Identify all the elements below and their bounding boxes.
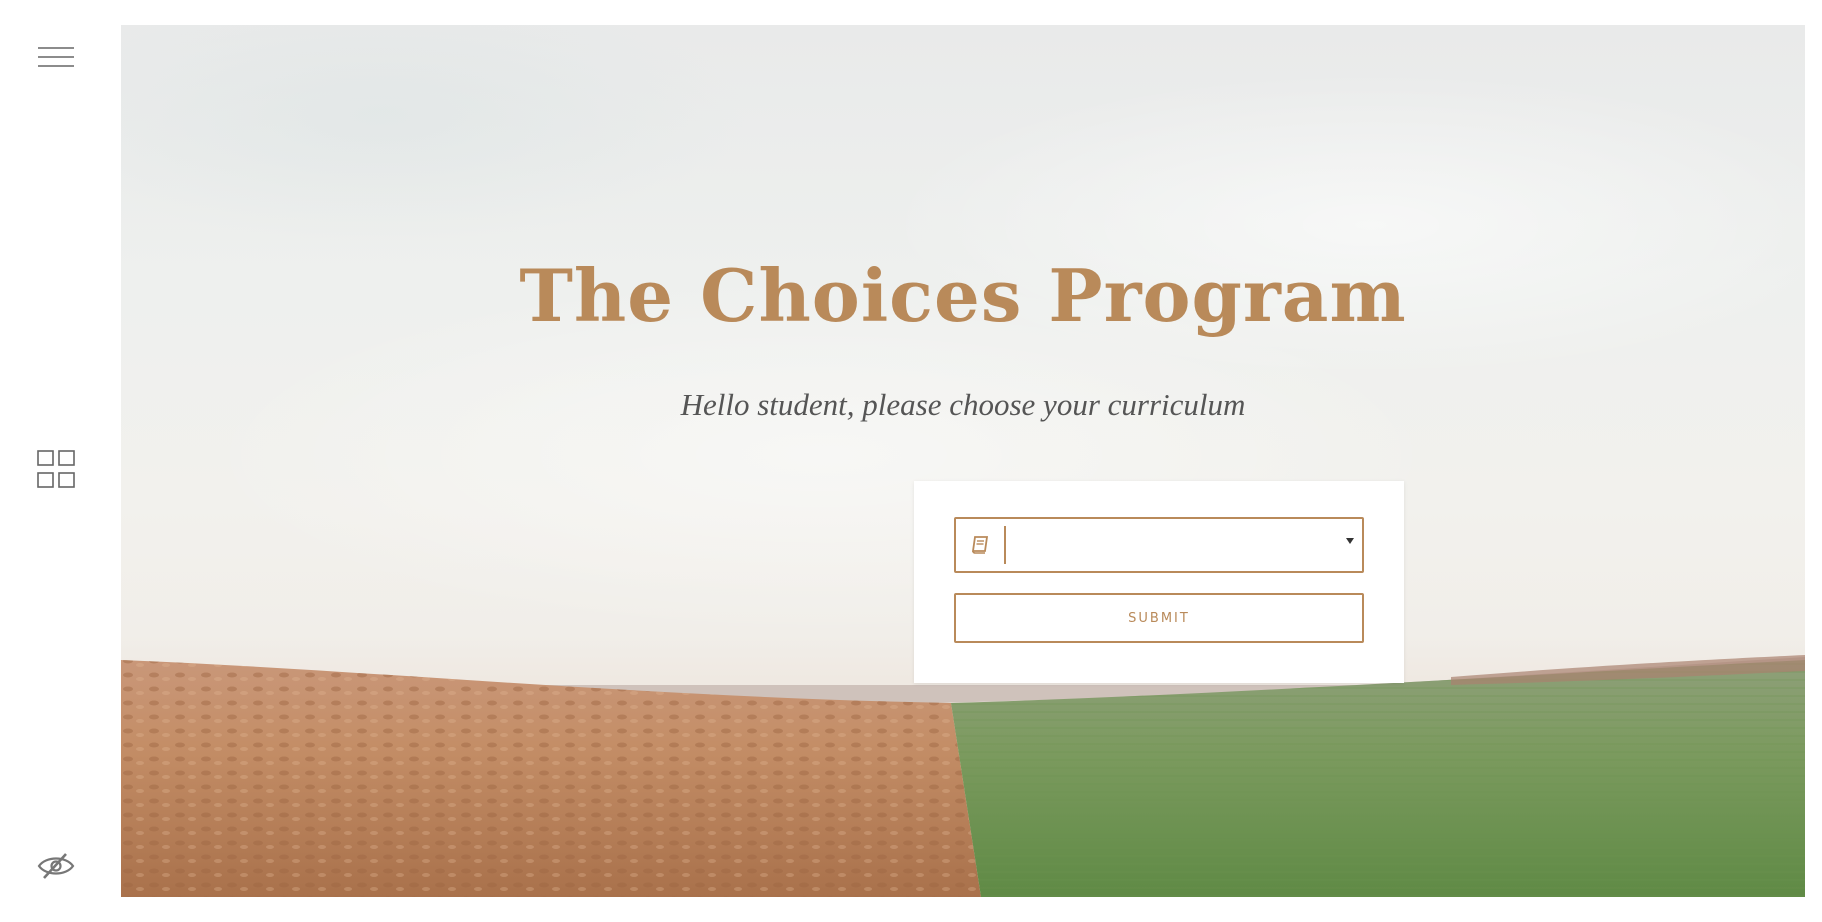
hero-banner: The Choices Program Hello student, pleas… (121, 25, 1805, 897)
hamburger-menu-icon (38, 47, 74, 67)
eye-slash-icon (37, 853, 75, 879)
chevron-down-icon (1346, 538, 1354, 544)
visibility-toggle-button[interactable] (30, 840, 82, 892)
curriculum-select[interactable] (954, 517, 1364, 573)
field-landscape (121, 655, 1805, 897)
curriculum-form-card: SUBMIT (914, 481, 1404, 683)
menu-button[interactable] (30, 31, 82, 83)
page-subtitle: Hello student, please choose your curric… (680, 387, 1246, 422)
book-icon (971, 536, 989, 554)
left-sidebar (0, 0, 121, 922)
select-divider (1004, 526, 1006, 564)
submit-button[interactable]: SUBMIT (954, 593, 1364, 643)
apps-button[interactable] (30, 443, 82, 495)
page-title: The Choices Program (519, 253, 1407, 338)
grid-icon (37, 450, 75, 488)
